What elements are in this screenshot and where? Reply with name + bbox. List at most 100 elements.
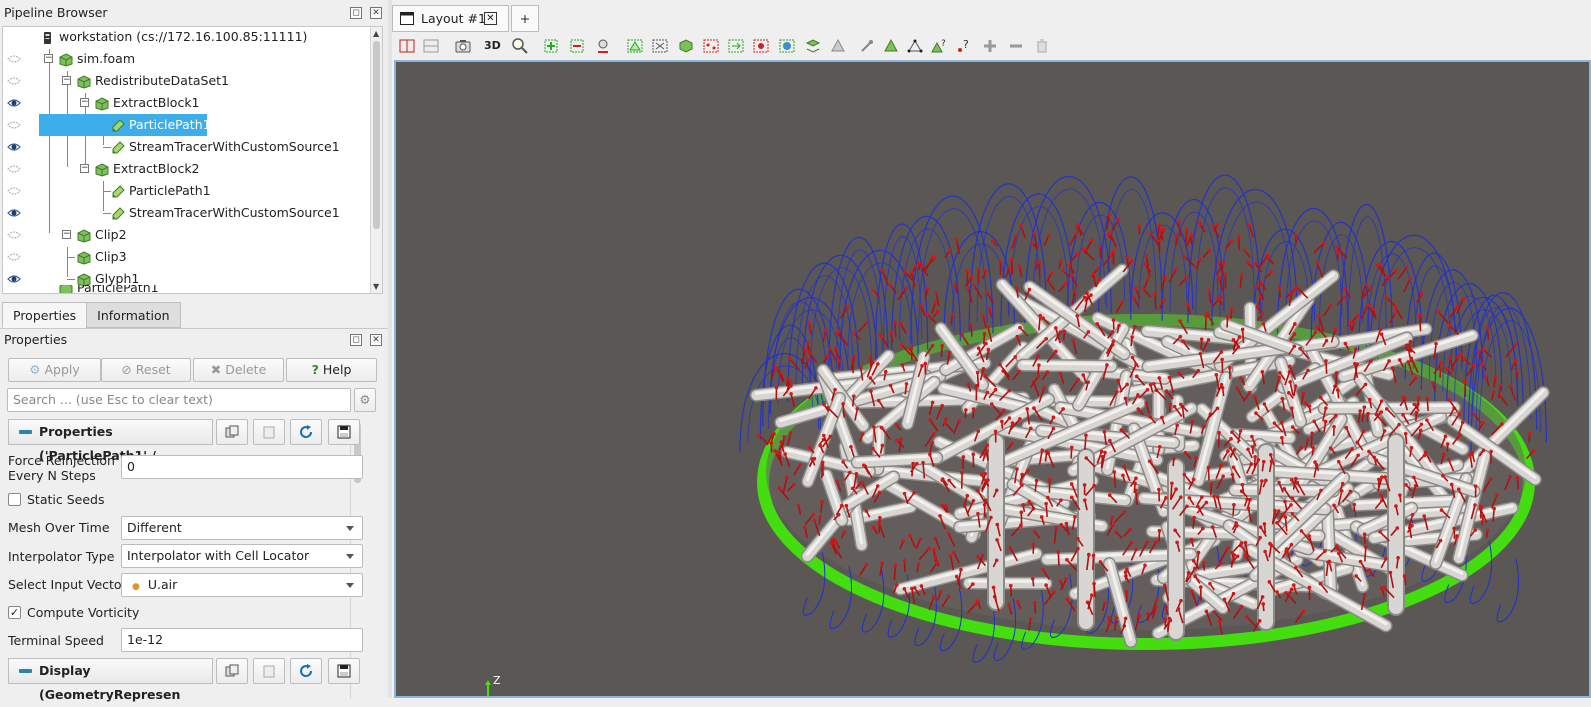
paste-button[interactable] — [253, 419, 285, 445]
tree-row-partial[interactable]: ParticlePath1 — [3, 285, 371, 294]
copy-button[interactable] — [216, 419, 248, 445]
camera-icon[interactable] — [454, 37, 472, 55]
gear-icon[interactable]: ⚙ — [354, 388, 376, 412]
eye-visible-icon[interactable] — [7, 92, 21, 114]
add-selection-icon[interactable] — [981, 37, 999, 55]
tab-layout-1[interactable]: Layout #1 ✕ — [392, 5, 509, 32]
reload-button[interactable] — [290, 658, 322, 684]
tree-row-clip3[interactable]: Clip3 — [3, 246, 371, 268]
collapse-icon[interactable]: − — [80, 98, 89, 107]
vector-glyph — [1209, 291, 1211, 303]
close-icon[interactable]: ✕ — [370, 334, 382, 346]
tree-row-redistribute[interactable]: − RedistributeDataSet1 — [3, 70, 371, 92]
tree-row-streamtracer1[interactable]: StreamTracerWithCustomSource1 — [3, 136, 371, 158]
eye-visible-icon[interactable] — [7, 202, 21, 224]
vector-glyph-head — [918, 261, 922, 265]
tree-row-particlepath1-b[interactable]: ParticlePath1 — [3, 180, 371, 202]
select-cells-icon[interactable] — [542, 37, 560, 55]
select-frustum-icon[interactable] — [626, 37, 644, 55]
select-polygon-icon[interactable] — [677, 37, 695, 55]
split-horizontal-icon[interactable] — [398, 37, 416, 55]
terminal-speed-input[interactable]: 1e-12 — [121, 628, 363, 652]
select-input-vectors-select[interactable]: ● U.air — [121, 573, 363, 597]
section-properties[interactable]: Properties ('ParticlePath1' / — [8, 419, 213, 445]
close-tab-icon[interactable]: ✕ — [484, 12, 497, 25]
grow-selection-icon[interactable] — [727, 37, 745, 55]
select-block-icon[interactable] — [651, 37, 669, 55]
select-points-on-icon[interactable] — [778, 37, 796, 55]
tree-row-streamtracer1-b[interactable]: StreamTracerWithCustomSource1 — [3, 202, 371, 224]
tree-row-extractblock1[interactable]: − ExtractBlock1 — [3, 92, 371, 114]
vector-glyph-head — [1439, 361, 1443, 365]
compute-vorticity-checkbox[interactable]: ✓ — [8, 606, 21, 619]
eye-hidden-icon[interactable] — [7, 180, 21, 202]
select-vertices-icon[interactable] — [906, 37, 924, 55]
tree-row-extractblock2[interactable]: − ExtractBlock2 — [3, 158, 371, 180]
select-points-icon[interactable] — [568, 37, 586, 55]
hover-cells-icon[interactable] — [882, 37, 900, 55]
save-button[interactable] — [328, 658, 360, 684]
paste-button[interactable] — [253, 658, 285, 684]
hover-points-icon[interactable] — [858, 37, 876, 55]
tree-row-sim-foam[interactable]: − sim.foam — [3, 48, 371, 70]
select-cells-on-icon[interactable] — [804, 37, 822, 55]
search-input[interactable]: Search ... (use Esc to clear text) — [7, 388, 351, 412]
collapse-icon[interactable]: − — [62, 230, 71, 239]
collapse-icon[interactable]: − — [62, 76, 71, 85]
scroll-up-icon[interactable]: ▲ — [373, 29, 379, 38]
trash-icon[interactable] — [1033, 37, 1051, 55]
copy-button[interactable] — [216, 658, 248, 684]
delete-button[interactable]: ✖ Delete — [193, 358, 284, 382]
tree-row-workstation[interactable]: workstation (cs://172.16.100.85:11111) — [3, 26, 371, 48]
force-reinjection-input[interactable]: 0 — [121, 455, 363, 479]
help-button[interactable]: ? Help — [286, 358, 377, 382]
tab-properties[interactable]: Properties — [2, 302, 87, 328]
vector-glyph — [1427, 399, 1428, 411]
interactive-select-icon[interactable] — [594, 37, 612, 55]
eye-hidden-icon[interactable] — [7, 246, 21, 268]
pipeline-tree[interactable]: workstation (cs://172.16.100.85:11111) −… — [2, 26, 383, 294]
eye-hidden-icon[interactable] — [7, 70, 21, 92]
vector-glyph-head — [1220, 358, 1224, 362]
reload-button[interactable] — [290, 419, 322, 445]
query-points-icon[interactable]: ? — [955, 37, 973, 55]
dock-splitter[interactable] — [388, 0, 392, 698]
vector-glyph-head — [965, 494, 969, 498]
eye-hidden-icon[interactable] — [7, 48, 21, 70]
section-display[interactable]: Display (GeometryRepresen — [8, 658, 213, 684]
tree-row-clip2[interactable]: − Clip2 — [3, 224, 371, 246]
save-button[interactable] — [328, 419, 360, 445]
collapse-icon[interactable]: − — [80, 164, 89, 173]
render-view[interactable]: Z — [394, 60, 1591, 698]
shrink-selection-icon[interactable] — [752, 37, 770, 55]
subtract-selection-icon[interactable] — [1007, 37, 1025, 55]
eye-hidden-icon[interactable] — [7, 114, 21, 136]
vector-glyph-head — [981, 314, 985, 318]
pipeline-browser-dock-buttons: ◻ ✕ — [350, 7, 382, 19]
clear-selection-icon[interactable] — [829, 37, 847, 55]
float-icon[interactable]: ◻ — [350, 7, 362, 19]
zoom-data-icon[interactable] — [511, 37, 529, 55]
eye-visible-icon[interactable] — [7, 136, 21, 158]
query-cells-icon[interactable]: ? — [930, 37, 948, 55]
add-layout-tab[interactable]: + — [511, 5, 539, 32]
select-polygon-points-icon[interactable] — [702, 37, 720, 55]
tree-scrollbar[interactable]: ▲ ▼ — [370, 27, 382, 293]
mesh-over-time-select[interactable]: Different — [121, 516, 363, 540]
tab-information[interactable]: Information — [86, 302, 180, 328]
eye-hidden-icon[interactable] — [7, 158, 21, 180]
collapse-icon[interactable]: − — [44, 54, 53, 63]
toggle-3d-button[interactable]: 3D — [484, 38, 506, 56]
float-icon[interactable]: ◻ — [350, 334, 362, 346]
split-vertical-icon[interactable] — [422, 37, 440, 55]
interpolator-type-select[interactable]: Interpolator with Cell Locator — [121, 544, 363, 568]
scroll-down-icon[interactable]: ▼ — [373, 282, 379, 291]
vector-glyph-head — [1190, 538, 1194, 542]
reset-button[interactable]: ⊘ Reset — [101, 358, 191, 382]
static-seeds-checkbox[interactable] — [8, 493, 21, 506]
tree-row-particlepath1[interactable]: ParticlePath1 — [3, 114, 371, 136]
eye-hidden-icon[interactable] — [7, 224, 21, 246]
apply-button[interactable]: ⚙ Apply — [8, 358, 101, 382]
scroll-thumb[interactable] — [373, 41, 380, 229]
close-icon[interactable]: ✕ — [370, 7, 382, 19]
